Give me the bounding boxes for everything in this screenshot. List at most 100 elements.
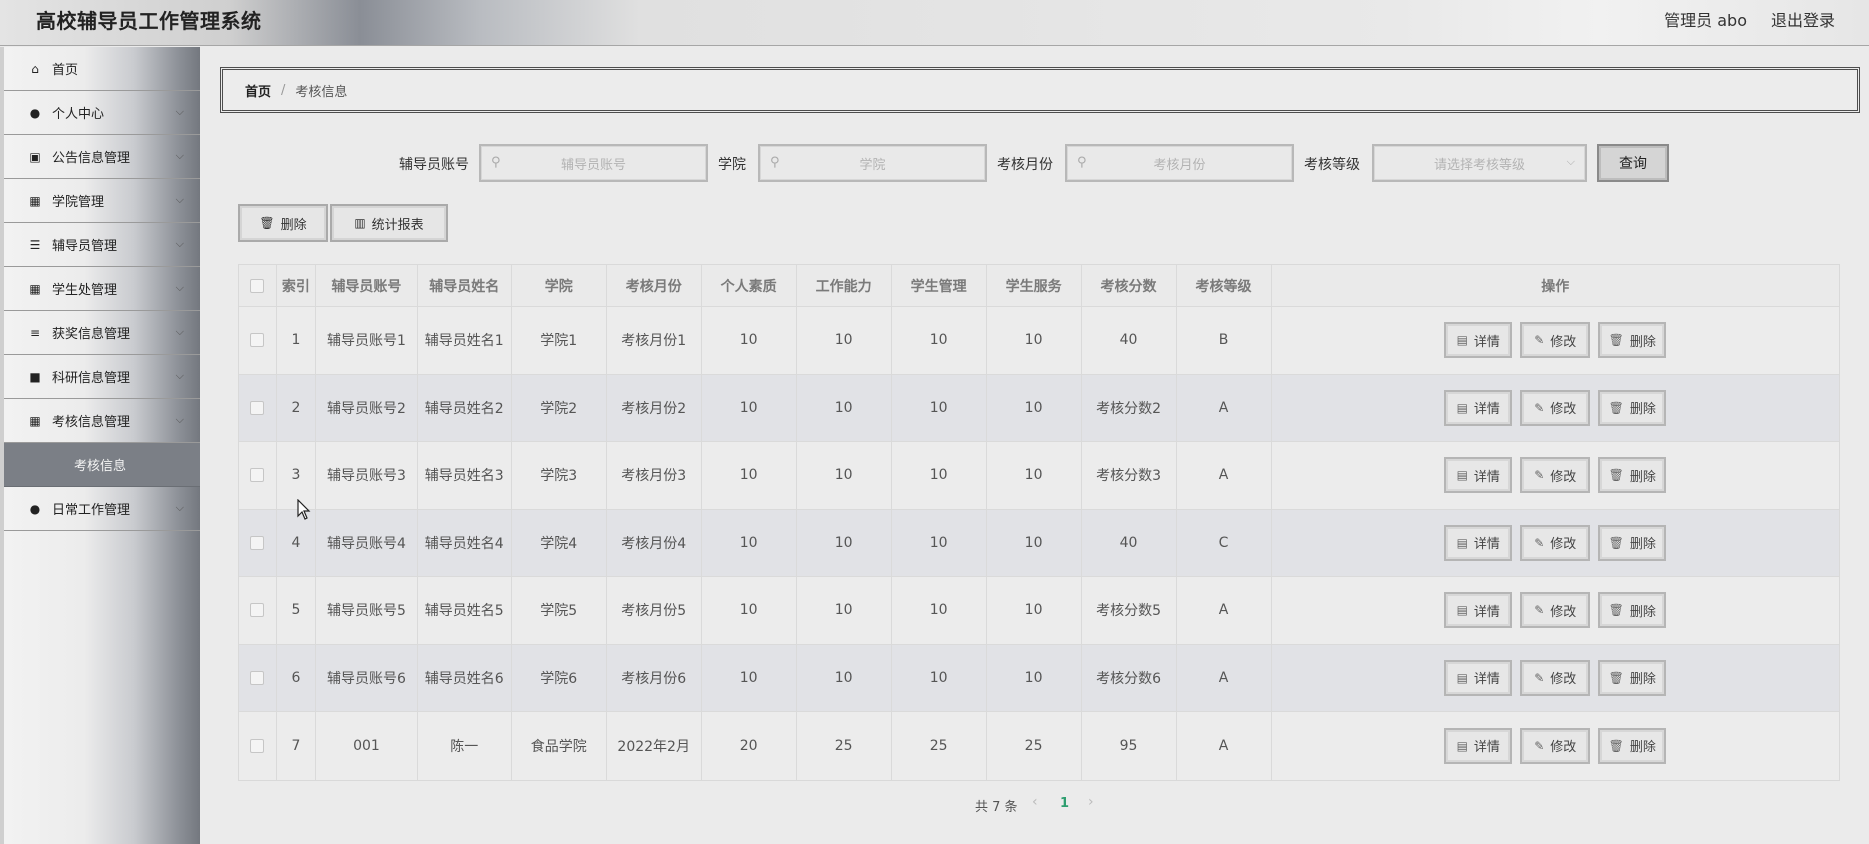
college-placeholder: 学院 — [859, 157, 886, 173]
delete-button[interactable]: 🗑 删除 — [1598, 389, 1667, 426]
column-header: 个人素质 — [702, 265, 797, 306]
select-all-checkbox[interactable] — [250, 278, 265, 293]
action-label: 修改 — [1550, 604, 1577, 620]
table-cell: A — [1177, 644, 1272, 711]
next-page-button[interactable]: › — [1088, 794, 1094, 810]
edit-icon: ✎ — [1534, 333, 1545, 348]
detail-button[interactable]: ▤ 详情 — [1444, 389, 1513, 426]
table-cell: 辅导员姓名6 — [418, 644, 512, 711]
table-cell: 10 — [797, 577, 892, 644]
detail-button[interactable]: ▤ 详情 — [1444, 524, 1513, 561]
detail-icon: ▤ — [1456, 670, 1468, 685]
row-select-cell — [239, 307, 277, 374]
sidebar-item-3[interactable]: ▦ 学院管理 ⌵ — [4, 179, 200, 223]
account-search-input[interactable]: ⚲ 辅导员账号 — [479, 144, 708, 182]
table-cell: 10 — [702, 307, 797, 374]
sidebar-item-8[interactable]: ▦ 考核信息管理 ⌵ — [4, 399, 200, 443]
edit-button[interactable]: ✎ 修改 — [1520, 659, 1591, 696]
action-label: 修改 — [1550, 469, 1577, 485]
pagination-total: 共 7 条 — [975, 800, 1018, 815]
page-number-current[interactable]: 1 — [1060, 796, 1069, 811]
edit-button[interactable]: ✎ 修改 — [1520, 457, 1591, 494]
user-name[interactable]: 管理员 abo — [1664, 7, 1747, 31]
delete-button[interactable]: 🗑 删除 — [1598, 524, 1667, 561]
pagination: 共 7 条 ‹ 1 › — [200, 794, 1869, 815]
detail-button[interactable]: ▤ 详情 — [1444, 727, 1513, 764]
delete-button[interactable]: 🗑 删除 — [1598, 592, 1667, 629]
breadcrumb-home[interactable]: 首页 — [245, 81, 271, 100]
sidebar-item-0[interactable]: ⌂ 首页 — [4, 47, 200, 91]
detail-button[interactable]: ▤ 详情 — [1444, 457, 1513, 494]
delete-button[interactable]: 🗑 删除 — [1598, 457, 1667, 494]
row-checkbox[interactable] — [250, 670, 265, 685]
sidebar-item-7[interactable]: ■ 科研信息管理 ⌵ — [4, 355, 200, 399]
table-cell: 95 — [1082, 712, 1177, 780]
detail-button[interactable]: ▤ 详情 — [1444, 659, 1513, 696]
edit-button[interactable]: ✎ 修改 — [1520, 727, 1591, 764]
search-icon: ⚲ — [1077, 155, 1087, 170]
action-label: 详情 — [1473, 672, 1500, 688]
month-search-input[interactable]: ⚲ 考核月份 — [1065, 144, 1294, 182]
table-cell: 辅导员账号6 — [316, 644, 418, 711]
edit-button[interactable]: ✎ 修改 — [1520, 389, 1591, 426]
chevron-down-icon: ⌵ — [175, 325, 184, 338]
row-checkbox[interactable] — [250, 738, 265, 753]
action-label: 删除 — [1629, 469, 1656, 485]
table-cell: A — [1177, 374, 1272, 441]
row-checkbox[interactable] — [250, 400, 265, 415]
report-label: 统计报表 — [371, 217, 424, 233]
college-label: 学院 — [718, 157, 746, 173]
chevron-down-icon: ⌵ — [175, 237, 184, 250]
table-cell: 考核月份4 — [607, 509, 702, 576]
column-header: 索引 — [277, 265, 317, 306]
month-label: 考核月份 — [997, 157, 1053, 173]
grade-placeholder: 请选择考核等级 — [1433, 157, 1525, 173]
batch-delete-label: 删除 — [280, 217, 307, 233]
sidebar-item-2[interactable]: ▣ 公告信息管理 ⌵ — [4, 135, 200, 179]
sidebar-item-daily-work[interactable]: ● 日常工作管理 ⌵ — [4, 487, 200, 531]
delete-button[interactable]: 🗑 删除 — [1598, 727, 1667, 764]
edit-icon: ✎ — [1534, 603, 1545, 618]
detail-button[interactable]: ▤ 详情 — [1444, 322, 1513, 359]
row-actions-cell: ▤ 详情 ✎ 修改 🗑 删除 — [1272, 442, 1840, 509]
detail-icon: ▤ — [1456, 603, 1468, 618]
table-cell: 25 — [797, 712, 892, 780]
table-cell: 学院2 — [512, 374, 607, 441]
detail-icon: ▤ — [1456, 468, 1468, 483]
delete-button[interactable]: 🗑 删除 — [1598, 322, 1667, 359]
report-button[interactable]: ▥ 统计报表 — [330, 204, 448, 242]
detail-icon: ▤ — [1456, 400, 1468, 415]
row-checkbox[interactable] — [250, 535, 265, 550]
sidebar-item-label: 科研信息管理 — [52, 371, 131, 386]
prev-page-button[interactable]: ‹ — [1032, 794, 1038, 810]
edit-button[interactable]: ✎ 修改 — [1520, 322, 1591, 359]
logout-button[interactable]: 退出登录 — [1771, 7, 1835, 31]
row-checkbox[interactable] — [250, 468, 265, 483]
sidebar-item-6[interactable]: ≡ 获奖信息管理 ⌵ — [4, 311, 200, 355]
row-checkbox[interactable] — [250, 333, 265, 348]
batch-delete-button[interactable]: 🗑 删除 — [238, 204, 328, 242]
row-actions-cell: ▤ 详情 ✎ 修改 🗑 删除 — [1272, 645, 1840, 712]
sidebar-item-5[interactable]: ▦ 学生处管理 ⌵ — [4, 267, 200, 311]
table-cell: 考核月份1 — [607, 307, 702, 374]
table-cell: 10 — [987, 307, 1082, 374]
edit-button[interactable]: ✎ 修改 — [1520, 592, 1591, 629]
action-label: 详情 — [1473, 740, 1500, 756]
college-search-input[interactable]: ⚲ 学院 — [758, 144, 987, 182]
query-button[interactable]: 查询 — [1597, 144, 1669, 182]
sidebar-item-label: 公告信息管理 — [52, 151, 131, 166]
sidebar-item-4[interactable]: ☰ 辅导员管理 ⌵ — [4, 223, 200, 267]
detail-button[interactable]: ▤ 详情 — [1444, 592, 1513, 629]
detail-icon: ▤ — [1456, 738, 1468, 753]
grade-select[interactable]: 请选择考核等级 ⌵ — [1372, 144, 1587, 182]
table-cell: 辅导员姓名3 — [418, 442, 512, 509]
edit-button[interactable]: ✎ 修改 — [1520, 524, 1591, 561]
main-content: 首页 / 考核信息 辅导员账号 ⚲ 辅导员账号 学院 ⚲ 学院 考核月份 ⚲ 考… — [200, 47, 1869, 844]
sidebar-item-1[interactable]: ● 个人中心 ⌵ — [4, 91, 200, 135]
row-checkbox[interactable] — [250, 603, 265, 618]
grid-icon: ▦ — [29, 413, 41, 428]
table-cell: 10 — [892, 442, 987, 509]
delete-button[interactable]: 🗑 删除 — [1598, 659, 1667, 696]
sidebar-subitem-assessment[interactable]: 考核信息 — [4, 443, 200, 487]
select-all-cell — [239, 265, 277, 306]
